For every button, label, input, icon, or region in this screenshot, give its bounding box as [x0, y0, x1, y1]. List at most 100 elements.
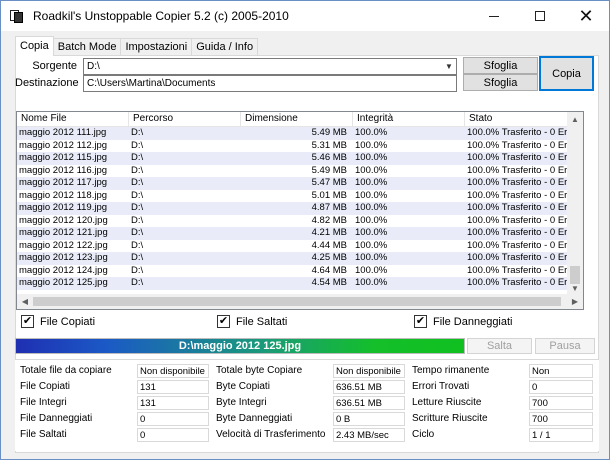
close-button[interactable]: ✕	[563, 1, 609, 31]
stat-value: 636.51 MB	[333, 380, 405, 394]
file-size: 5.46 MB	[311, 152, 347, 163]
checkbox-file-copiati[interactable]: ✔ File Copiati	[21, 315, 95, 328]
tab-strip: Copia Batch Mode Impostazioni Guida / In…	[15, 36, 259, 56]
table-row[interactable]: maggio 2012 112.jpg D:\ 5.31 MB 100.0% 100.0…	[17, 140, 583, 153]
destination-field[interactable]: C:\Users\Martina\Documents	[83, 75, 457, 92]
stat-label: File Danneggiati	[20, 413, 93, 424]
stat-value: 2.43 MB/sec	[333, 428, 405, 442]
tab-copia[interactable]: Copia	[15, 36, 54, 56]
checkmark-icon[interactable]: ✔	[21, 315, 34, 328]
chevron-down-icon[interactable]: ▼	[442, 59, 456, 74]
file-path: D:\	[131, 227, 144, 238]
table-row[interactable]: maggio 2012 122.jpg D:\ 4.44 MB 100.0% 100.0…	[17, 240, 583, 253]
stat-value: 0	[137, 428, 209, 442]
table-row[interactable]: maggio 2012 117.jpg D:\ 5.47 MB 100.0% 100.0…	[17, 177, 583, 190]
stat-value: 700	[529, 396, 593, 410]
column-header-path[interactable]: Percorso	[129, 112, 241, 127]
file-path: D:\	[131, 239, 144, 251]
file-name: maggio 2012 118.jpg	[19, 189, 108, 201]
table-row[interactable]: maggio 2012 115.jpg D:\ 5.46 MB 100.0% 100.0…	[17, 152, 583, 165]
table-row[interactable]: maggio 2012 125.jpg D:\ 4.54 MB 100.0% 100.0…	[17, 277, 583, 290]
file-name: maggio 2012 120.jpg	[19, 214, 108, 226]
file-name: maggio 2012 124.jpg	[19, 264, 108, 276]
file-status: 100.0% Trasferito - 0 Errori	[467, 202, 579, 213]
file-integrity: 100.0%	[355, 164, 388, 176]
file-integrity: 100.0%	[355, 202, 388, 213]
stat-label: Byte Copiati	[216, 381, 270, 392]
file-integrity: 100.0%	[355, 139, 388, 151]
file-integrity: 100.0%	[355, 227, 388, 238]
scroll-up-icon[interactable]: ▲	[567, 112, 583, 126]
file-integrity: 100.0%	[355, 214, 388, 226]
tab-guida-info[interactable]: Guida / Info	[191, 38, 259, 56]
scroll-down-icon[interactable]: ▼	[567, 281, 583, 295]
file-integrity: 100.0%	[355, 152, 388, 163]
column-header-size[interactable]: Dimensione	[241, 112, 353, 127]
stat-value: Non disponibile	[137, 364, 209, 378]
file-path: D:\	[131, 139, 144, 151]
checkbox-file-danneggiati[interactable]: ✔ File Danneggiati	[414, 315, 513, 328]
vertical-scrollbar[interactable]: ▲ ▼	[567, 112, 583, 295]
file-size: 5.31 MB	[311, 139, 347, 151]
file-integrity: 100.0%	[355, 277, 388, 288]
file-name: maggio 2012 111.jpg	[19, 127, 107, 138]
table-row[interactable]: maggio 2012 123.jpg D:\ 4.25 MB 100.0% 100.0…	[17, 252, 583, 265]
minimize-button[interactable]	[471, 1, 517, 31]
stat-label: File Saltati	[20, 429, 67, 440]
table-row[interactable]: maggio 2012 120.jpg D:\ 4.82 MB 100.0% 100.0…	[17, 215, 583, 228]
file-status: 100.0% Trasferito - 0 Errori	[467, 277, 579, 288]
file-list[interactable]: Nome File Percorso Dimensione Integrità …	[16, 111, 584, 310]
stat-label: Byte Integri	[216, 397, 267, 408]
horizontal-scroll-thumb[interactable]	[33, 297, 561, 306]
checkmark-icon[interactable]: ✔	[414, 315, 427, 328]
stat-label: Ciclo	[412, 429, 435, 440]
copy-button[interactable]: Copia	[539, 56, 594, 91]
stat-label: Errori Trovati	[412, 381, 470, 392]
stat-value: 0	[137, 412, 209, 426]
file-integrity: 100.0%	[355, 264, 388, 276]
tab-impostazioni[interactable]: Impostazioni	[120, 38, 193, 56]
column-header-integrity[interactable]: Integrità	[353, 112, 465, 127]
app-window: Roadkil's Unstoppable Copier 5.2 (c) 200…	[0, 0, 610, 460]
checkmark-icon[interactable]: ✔	[217, 315, 230, 328]
browse-source-button[interactable]: Sfoglia	[463, 57, 538, 74]
file-size: 4.44 MB	[311, 239, 347, 251]
table-row[interactable]: maggio 2012 124.jpg D:\ 4.64 MB 100.0% 100.0…	[17, 265, 583, 278]
app-copy-icon	[9, 8, 25, 24]
stat-value: 131	[137, 396, 209, 410]
column-header-status[interactable]: Stato	[465, 112, 579, 127]
checkbox-file-saltati[interactable]: ✔ File Saltati	[217, 315, 287, 328]
file-path: D:\	[131, 164, 144, 176]
file-integrity: 100.0%	[355, 239, 388, 251]
table-row[interactable]: maggio 2012 116.jpg D:\ 5.49 MB 100.0% 100.0…	[17, 165, 583, 178]
scroll-right-icon[interactable]: ▶	[567, 294, 583, 309]
file-name: maggio 2012 125.jpg	[19, 277, 108, 288]
source-combobox[interactable]: D:\ ▼	[83, 58, 457, 75]
file-name: maggio 2012 117.jpg	[19, 177, 108, 188]
progress-bar: D:\maggio 2012 125.jpg	[15, 338, 465, 354]
file-list-rows: maggio 2012 111.jpg D:\ 5.49 MB 100.0% 100.0…	[17, 127, 583, 290]
pause-button[interactable]: Pausa	[535, 338, 595, 354]
maximize-button[interactable]	[517, 1, 563, 31]
table-row[interactable]: maggio 2012 121.jpg D:\ 4.21 MB 100.0% 100.0…	[17, 227, 583, 240]
file-name: maggio 2012 119.jpg	[19, 202, 108, 213]
file-size: 4.87 MB	[311, 202, 347, 213]
stat-value: Non disponibile	[529, 364, 593, 390]
file-size: 4.64 MB	[311, 264, 347, 276]
column-header-name[interactable]: Nome File	[17, 112, 129, 127]
table-row[interactable]: maggio 2012 111.jpg D:\ 5.49 MB 100.0% 100.0…	[17, 127, 583, 140]
stat-label: Byte Danneggiati	[216, 413, 293, 424]
file-path: D:\	[131, 252, 144, 263]
destination-label: Destinazione	[15, 77, 79, 89]
progress-label: D:\maggio 2012 125.jpg	[178, 340, 302, 352]
table-row[interactable]: maggio 2012 118.jpg D:\ 5.01 MB 100.0% 100.0…	[17, 190, 583, 203]
stat-label: File Integri	[20, 397, 67, 408]
skip-button[interactable]: Salta	[467, 338, 532, 354]
horizontal-scrollbar[interactable]: ◀ ▶	[17, 294, 583, 309]
stat-label: Totale byte Copiare	[216, 365, 303, 376]
tab-batch-mode[interactable]: Batch Mode	[52, 38, 122, 56]
table-row[interactable]: maggio 2012 119.jpg D:\ 4.87 MB 100.0% 100.0…	[17, 202, 583, 215]
scroll-left-icon[interactable]: ◀	[17, 294, 33, 309]
stat-value: 131	[137, 380, 209, 394]
browse-destination-button[interactable]: Sfoglia	[463, 74, 538, 91]
